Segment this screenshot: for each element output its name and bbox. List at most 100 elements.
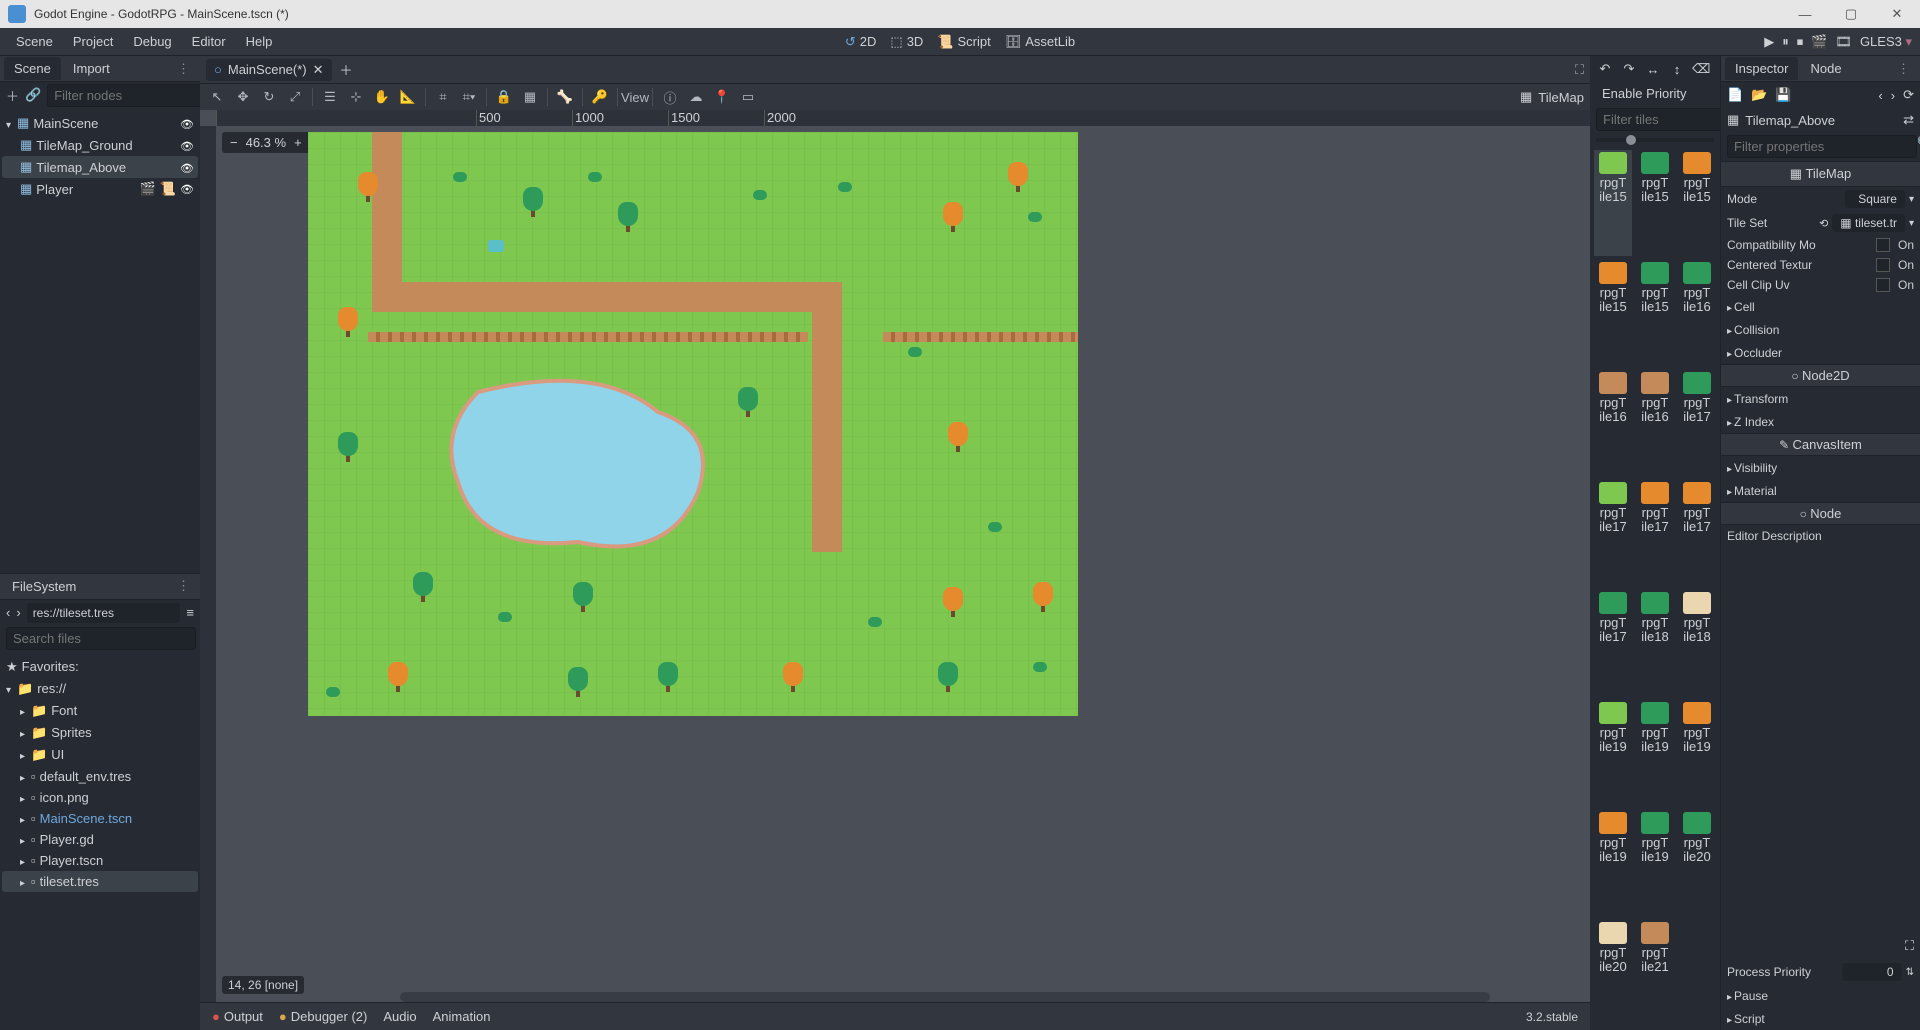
tile-swatch[interactable]: rpgTile19 <box>1594 810 1632 916</box>
extra2-icon[interactable]: 📍 <box>711 86 733 108</box>
section-cell[interactable]: Cell <box>1721 295 1920 318</box>
tile-clear-icon[interactable]: ⌫ <box>1692 61 1710 77</box>
fs-search-input[interactable] <box>6 627 196 650</box>
snap-options-icon[interactable]: ⌗▾ <box>458 86 480 108</box>
tile-swatch[interactable]: rpgTile17 <box>1678 370 1716 476</box>
audio-tab[interactable]: Audio <box>383 1009 416 1024</box>
list-select-icon[interactable]: ☰ <box>319 86 341 108</box>
tile-zoom-slider[interactable] <box>1626 135 1636 145</box>
maximize-icon[interactable]: ▢ <box>1828 0 1874 28</box>
section-transform[interactable]: Transform <box>1721 387 1920 410</box>
prop-tile-set[interactable]: Tile Set⟲▦ tileset.tr▾ <box>1721 211 1920 235</box>
pan-tool-icon[interactable]: ✋ <box>371 86 393 108</box>
tile-swatch[interactable]: rpgTile18 <box>1678 590 1716 696</box>
play-scene-icon[interactable]: 🎬 <box>1811 34 1827 50</box>
dock-menu-icon[interactable]: ⋮ <box>171 61 196 77</box>
tilemap-canvas[interactable] <box>308 132 1078 716</box>
canvas-h-scrollbar[interactable] <box>400 992 1490 1002</box>
tile-swatch[interactable]: rpgTile17 <box>1594 590 1632 696</box>
instance-icon[interactable]: 🔗 <box>25 85 41 105</box>
scale-tool-icon[interactable]: ⤢ <box>284 86 306 108</box>
section-material[interactable]: Material <box>1721 479 1920 502</box>
workspace-assetlib[interactable]: 🗄 AssetLib <box>1005 34 1075 50</box>
scene-node-tilemap_above[interactable]: ▦Tilemap_Above <box>2 156 198 178</box>
fs-item[interactable]: ▫MainScene.tscn <box>2 808 198 829</box>
menu-scene[interactable]: Scene <box>6 30 63 53</box>
preview-icon[interactable]: ⓘ <box>659 86 681 108</box>
process-priority-value[interactable]: 0 <box>1842 963 1902 981</box>
fs-item[interactable]: 📁res:// <box>2 678 198 700</box>
move-tool-icon[interactable]: ✥ <box>232 86 254 108</box>
insp-history-icon[interactable]: ⟳ <box>1903 87 1914 103</box>
fs-item[interactable]: 📁Sprites <box>2 722 198 744</box>
distraction-free-icon[interactable]: ⛶ <box>1575 62 1584 78</box>
fs-item[interactable]: 📁Font <box>2 700 198 722</box>
pause-icon[interactable]: ⏸ <box>1782 34 1789 50</box>
prop-centered-textur[interactable]: Centered TexturOn <box>1721 255 1920 275</box>
play-custom-icon[interactable]: 🎞 <box>1835 34 1852 50</box>
insp-fwd-icon[interactable]: › <box>1891 88 1895 103</box>
fs-item[interactable]: 📁UI <box>2 744 198 766</box>
fs-view-icon[interactable]: ≡ <box>186 605 194 620</box>
group-icon[interactable]: ▦ <box>519 86 541 108</box>
prop-mode[interactable]: ModeSquare▾ <box>1721 187 1920 211</box>
renderer-dropdown[interactable]: GLES3 ▾ <box>1860 34 1912 50</box>
tile-swatch[interactable]: rpgTile19 <box>1678 700 1716 806</box>
snap-toggle-icon[interactable]: ⌗ <box>432 86 454 108</box>
fs-dock-menu-icon[interactable]: ⋮ <box>171 578 196 594</box>
tile-swatch[interactable]: rpgTile16 <box>1678 260 1716 366</box>
tile-swatch[interactable]: rpgTile20 <box>1678 810 1716 916</box>
fs-fwd-icon[interactable]: › <box>16 605 20 620</box>
ruler-tool-icon[interactable]: 📐 <box>397 86 419 108</box>
tile-swatch[interactable]: rpgTile15 <box>1636 260 1674 366</box>
view-dropdown[interactable]: View <box>624 86 646 108</box>
rotate-tool-icon[interactable]: ↻ <box>258 86 280 108</box>
scene-tab[interactable]: ○ MainScene(*) ✕ <box>206 59 332 81</box>
fs-path[interactable]: res://tileset.tres <box>27 603 181 623</box>
tile-swatch[interactable]: rpgTile16 <box>1594 370 1632 476</box>
tile-swatch[interactable]: rpgTile15 <box>1594 260 1632 366</box>
tile-flip-h-icon[interactable]: ↔ <box>1644 62 1662 77</box>
workspace-script[interactable]: 📜 Script <box>937 34 990 50</box>
zoom-out-icon[interactable]: − <box>230 135 238 150</box>
pivot-icon[interactable]: ⊹ <box>345 86 367 108</box>
tile-swatch[interactable]: rpgTile19 <box>1636 700 1674 806</box>
tab-import[interactable]: Import <box>63 57 120 80</box>
extra1-icon[interactable]: ☁ <box>685 86 707 108</box>
animation-tab[interactable]: Animation <box>433 1009 491 1024</box>
fs-item[interactable]: ▫icon.png <box>2 787 198 808</box>
section-z-index[interactable]: Z Index <box>1721 410 1920 433</box>
tile-swatch[interactable]: rpgTile17 <box>1594 480 1632 586</box>
section-pause[interactable]: Pause <box>1721 984 1920 1007</box>
fs-item[interactable]: ▫Player.gd <box>2 829 198 850</box>
insp-expand-icon[interactable]: ⛶ <box>1905 938 1914 954</box>
tile-swatch[interactable]: rpgTile19 <box>1594 700 1632 806</box>
tile-swatch[interactable]: rpgTile15 <box>1678 150 1716 256</box>
menu-project[interactable]: Project <box>63 30 123 53</box>
tile-swatch[interactable]: rpgTile16 <box>1636 370 1674 476</box>
lock-icon[interactable]: 🔒 <box>493 86 515 108</box>
tile-rotate-right-icon[interactable]: ↷ <box>1620 61 1638 77</box>
insp-back-icon[interactable]: ‹ <box>1878 88 1882 103</box>
tile-swatch[interactable]: rpgTile15 <box>1636 150 1674 256</box>
fs-back-icon[interactable]: ‹ <box>6 605 10 620</box>
insp-extra-icon[interactable]: ⇄ <box>1903 112 1914 128</box>
zoom-in-icon[interactable]: + <box>294 135 302 150</box>
tile-swatch[interactable]: rpgTile21 <box>1636 920 1674 1026</box>
section-occluder[interactable]: Occluder <box>1721 341 1920 364</box>
bone-icon[interactable]: 🦴 <box>554 86 576 108</box>
section-visibility[interactable]: Visibility <box>1721 456 1920 479</box>
enable-priority-toggle[interactable]: Enable Priority <box>1590 82 1720 105</box>
stop-icon[interactable]: ⏹ <box>1797 34 1804 50</box>
extra3-icon[interactable]: ▭ <box>737 86 759 108</box>
tab-node[interactable]: Node <box>1800 57 1851 80</box>
debugger-tab[interactable]: Debugger (2) <box>279 1009 367 1024</box>
minimize-icon[interactable]: — <box>1782 0 1828 28</box>
section-collision[interactable]: Collision <box>1721 318 1920 341</box>
menu-debug[interactable]: Debug <box>123 30 181 53</box>
section-script[interactable]: Script <box>1721 1007 1920 1030</box>
workspace-3d[interactable]: ⬚ 3D <box>890 34 923 50</box>
tab-inspector[interactable]: Inspector <box>1725 57 1798 80</box>
scene-node-mainscene[interactable]: ▦MainScene <box>2 112 198 134</box>
key-icon[interactable]: 🔑 <box>589 86 611 108</box>
